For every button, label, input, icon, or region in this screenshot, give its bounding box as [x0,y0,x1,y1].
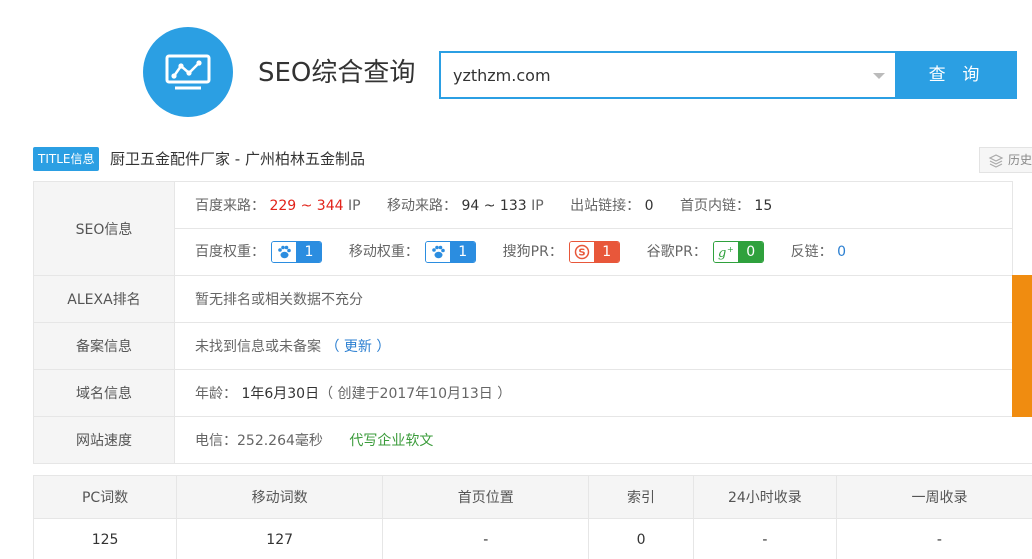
table-row: 125 127 - 0 - - [32,518,1032,559]
stat-header: 索引 [588,475,694,519]
alexa-value: 暂无排名或相关数据不充分 [174,275,1032,323]
search-button[interactable]: 查 询 [897,51,1017,99]
mobile-weight-badge[interactable]: 1 [425,241,477,263]
google-plus-icon: g + [714,242,739,262]
keyword-stats-table: PC词数 移动词数 首页位置 索引 24小时收录 一周收录 125 127 - … [32,475,1032,559]
svg-text:S: S [579,248,586,259]
history-label: 历史 [1008,153,1032,167]
svg-text:+: + [727,245,734,254]
stat-header: 一周收录 [835,475,1032,519]
domain-label: 域名信息 [33,369,175,417]
site-logo[interactable] [143,27,233,117]
domain-age-value: 1年6月30日 [241,386,320,402]
svg-text:g: g [718,246,726,260]
sogou-pr-label: 搜狗PR： [502,244,563,260]
icp-value: 未找到信息或未备案 [195,339,321,355]
page-title-text: 厨卫五金配件厂家 - 广州柏林五金制品 [110,150,365,168]
baidu-weight-badge[interactable]: 1 [271,241,323,263]
mobile-weight-value: 1 [450,242,476,262]
week-indexed-value: - [835,518,1032,559]
domain-row: 年龄： 1年6月30日（ 创建于2017年10月13日 ） [174,369,1032,417]
sogou-pr-badge[interactable]: S 1 [569,241,621,263]
site-title: SEO综合查询 [258,58,416,88]
icp-update-link[interactable]: （ 更新 ） [325,339,390,355]
pc-words-value[interactable]: 125 [32,518,178,559]
baidu-source-value: 229 ~ 344 [269,198,344,214]
google-pr-label: 谷歌PR： [646,244,707,260]
search-input[interactable] [453,63,853,87]
seo-source-row: 百度来路： 229 ~ 344 IP 移动来路： 94 ~ 133 IP 出站链… [174,181,1032,229]
speed-row: 电信：252.264毫秒 代写企业软文 [174,416,1032,464]
stat-header: 24小时收录 [692,475,837,519]
speed-label: 网站速度 [33,416,175,464]
baidu-weight-value: 1 [296,242,322,262]
stat-header: 首页位置 [382,475,590,519]
history-button[interactable]: 历史 [979,147,1032,173]
backlink-value[interactable]: 0 [837,244,846,260]
outbound-links-label: 出站链接： [570,198,641,214]
dropdown-caret-icon[interactable] [873,73,885,79]
baidu-source-label: 百度来路： [195,198,265,214]
domain-age-label: 年龄： [195,386,237,402]
stat-header: PC词数 [32,475,178,519]
side-ad-top [1012,181,1032,275]
speed-value: 电信：252.264毫秒 [195,433,323,449]
baidu-weight-label: 百度权重： [195,244,265,260]
home-position-value: - [382,518,590,559]
index-value[interactable]: 0 [588,518,694,559]
stat-header: 移动词数 [176,475,384,519]
title-info-tag: TITLE信息 [33,147,100,171]
sogou-pr-value: 1 [594,242,620,262]
seo-info-label: SEO信息 [33,181,175,276]
inner-links-label: 首页内链： [679,198,750,214]
side-ad-widget[interactable] [1012,181,1032,417]
icp-row: 未找到信息或未备案 （ 更新 ） [174,322,1032,370]
mobile-source-unit: IP [531,198,544,214]
baidu-mobile-paw-icon [426,242,451,262]
mobile-words-value[interactable]: 127 [176,518,384,559]
monitor-chart-icon [165,54,211,90]
mobile-weight-label: 移动权重： [348,244,419,260]
backlink-label: 反链： [790,244,833,260]
seo-weight-row: 百度权重： 1 移动权重： 1 搜狗PR： S 1 谷歌PR： g + 0 反链… [174,228,1032,276]
icp-label: 备案信息 [33,322,175,370]
search-box [439,51,897,99]
baidu-paw-icon [272,242,297,262]
inner-links-value[interactable]: 15 [754,198,772,214]
ad-link[interactable]: 代写企业软文 [349,433,433,449]
mobile-source-label: 移动来路： [387,198,458,214]
outbound-links-value[interactable]: 0 [645,198,654,214]
baidu-source-unit: IP [347,198,361,214]
google-pr-value: 0 [738,242,764,262]
sogou-icon: S [570,242,595,262]
domain-created: （ 创建于2017年10月13日 ） [319,386,512,402]
alexa-label: ALEXA排名 [33,275,175,323]
seo-info-table: SEO信息 百度来路： 229 ~ 344 IP 移动来路： 94 ~ 133 … [33,181,1032,464]
layers-icon [988,153,1004,169]
day-indexed-value: - [692,518,837,559]
google-pr-badge[interactable]: g + 0 [713,241,765,263]
mobile-source-value: 94 ~ 133 [461,198,527,214]
